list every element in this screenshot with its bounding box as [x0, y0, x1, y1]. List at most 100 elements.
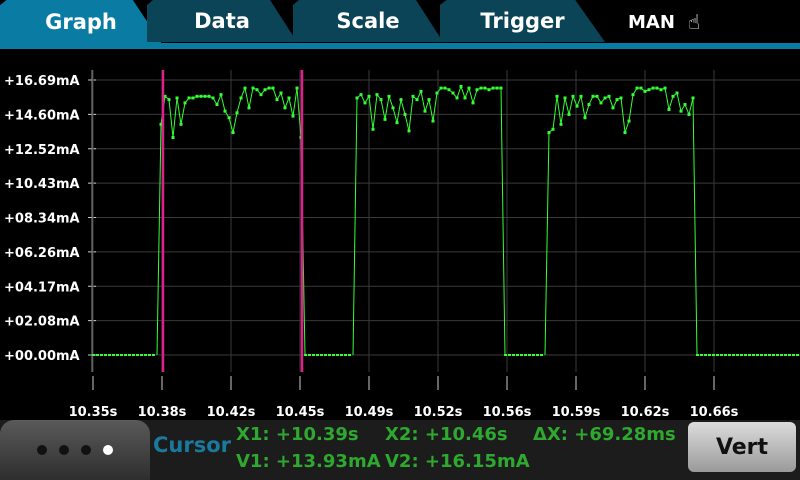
data-point: [219, 93, 223, 97]
data-point: [435, 91, 439, 95]
data-point: [399, 98, 403, 102]
data-line-segment: [460, 86, 466, 99]
cursor-label: Cursor: [153, 433, 232, 457]
data-point: [467, 86, 471, 90]
vert-button[interactable]: Vert: [688, 422, 796, 472]
x-tick-label: 10.66s: [690, 405, 739, 419]
data-point: [411, 94, 415, 98]
data-line-segment: [676, 92, 682, 112]
data-line-segment: [544, 132, 550, 356]
data-point: [263, 88, 267, 92]
page-dot[interactable]: [59, 445, 69, 455]
data-point: [663, 86, 667, 90]
data-point: [571, 94, 575, 98]
y-tick-label: +14.60mA: [4, 108, 80, 123]
data-line-segment: [692, 97, 698, 356]
data-line-segment: [432, 92, 438, 122]
data-line-segment: [384, 96, 390, 120]
tab-label: Trigger: [480, 9, 565, 33]
data-point: [387, 94, 391, 98]
data-point: [587, 103, 591, 107]
page-dot[interactable]: [81, 445, 91, 455]
page-dot-active[interactable]: [103, 445, 113, 455]
data-line-segment: [468, 87, 474, 104]
data-point: [635, 86, 639, 90]
tab-scale[interactable]: Scale: [293, 0, 443, 42]
data-point: [207, 94, 211, 98]
data-line-segment: [220, 94, 226, 112]
data-point: [559, 122, 563, 126]
data-point: [223, 109, 227, 113]
data-point: [231, 131, 235, 135]
data-point: [479, 86, 483, 90]
data-line-segment: [584, 104, 590, 118]
data-point: [487, 88, 491, 92]
data-line-segment: [608, 96, 614, 109]
data-line-segment: [552, 96, 558, 130]
data-point: [591, 94, 595, 98]
data-line-segment: [396, 99, 402, 123]
data-point: [455, 96, 459, 100]
data-point: [375, 93, 379, 97]
data-point: [463, 96, 467, 100]
data-point: [431, 119, 435, 123]
data-point: [659, 88, 663, 92]
tab-data[interactable]: Data: [147, 0, 297, 42]
data-point: [483, 86, 487, 90]
data-line-segment: [280, 92, 286, 108]
data-point: [491, 86, 495, 90]
data-point: [243, 86, 247, 90]
x2-readout: X2: +10.46s: [385, 424, 508, 445]
data-point: [651, 86, 655, 90]
data-point: [239, 96, 243, 100]
data-point: [639, 86, 643, 90]
tab-label: Graph: [45, 10, 117, 34]
data-line-segment: [620, 97, 626, 133]
data-point: [575, 104, 579, 108]
tab-graph[interactable]: Graph: [0, 0, 162, 44]
data-line-segment: [288, 97, 294, 117]
data-point: [579, 94, 583, 98]
data-line-segment: [688, 97, 694, 115]
data-line-segment: [292, 88, 298, 117]
data-point: [383, 117, 387, 121]
y-tick-label: +16.69mA: [4, 74, 80, 89]
data-point: [607, 94, 611, 98]
data-line-segment: [380, 99, 386, 120]
data-point: [267, 86, 271, 90]
page-dot[interactable]: [37, 445, 47, 455]
hand-pointer-icon[interactable]: ☝: [688, 10, 700, 34]
data-point: [191, 96, 195, 100]
data-point: [447, 88, 451, 92]
x-tick-label: 10.56s: [483, 405, 532, 419]
data-point: [275, 98, 279, 102]
data-point: [563, 96, 567, 100]
data-point: [395, 121, 399, 125]
data-point: [675, 91, 679, 95]
mode-label[interactable]: MAN: [628, 12, 675, 33]
x-tick-label: 10.42s: [207, 405, 256, 419]
y-tick-label: +08.34mA: [4, 212, 80, 227]
data-point: [287, 96, 291, 100]
data-point: [175, 96, 179, 100]
data-point: [367, 94, 371, 98]
swipe-page-indicator[interactable]: [0, 420, 150, 480]
tab-trigger[interactable]: Trigger: [440, 0, 605, 42]
data-point: [415, 98, 419, 102]
data-line-segment: [244, 87, 250, 108]
x-tick-label: 10.45s: [276, 405, 325, 419]
data-line-segment: [568, 96, 574, 115]
data-line-segment: [168, 99, 174, 138]
data-line-segment: [556, 96, 562, 125]
data-point: [623, 131, 627, 135]
graph-plot[interactable]: +16.69mA +14.60mA +12.52mA +10.43mA +08.34mA…: [0, 49, 800, 419]
data-point: [247, 106, 251, 110]
data-point: [355, 96, 359, 100]
data-line-segment: [420, 91, 426, 112]
data-line-segment: [664, 87, 670, 110]
data-line-segment: [424, 99, 430, 112]
y-tick-label: +04.17mA: [4, 280, 80, 295]
data-point: [451, 91, 455, 95]
data-point: [171, 136, 175, 140]
tab-bar: Graph Data Scale Trigger MAN ☝: [0, 0, 800, 49]
